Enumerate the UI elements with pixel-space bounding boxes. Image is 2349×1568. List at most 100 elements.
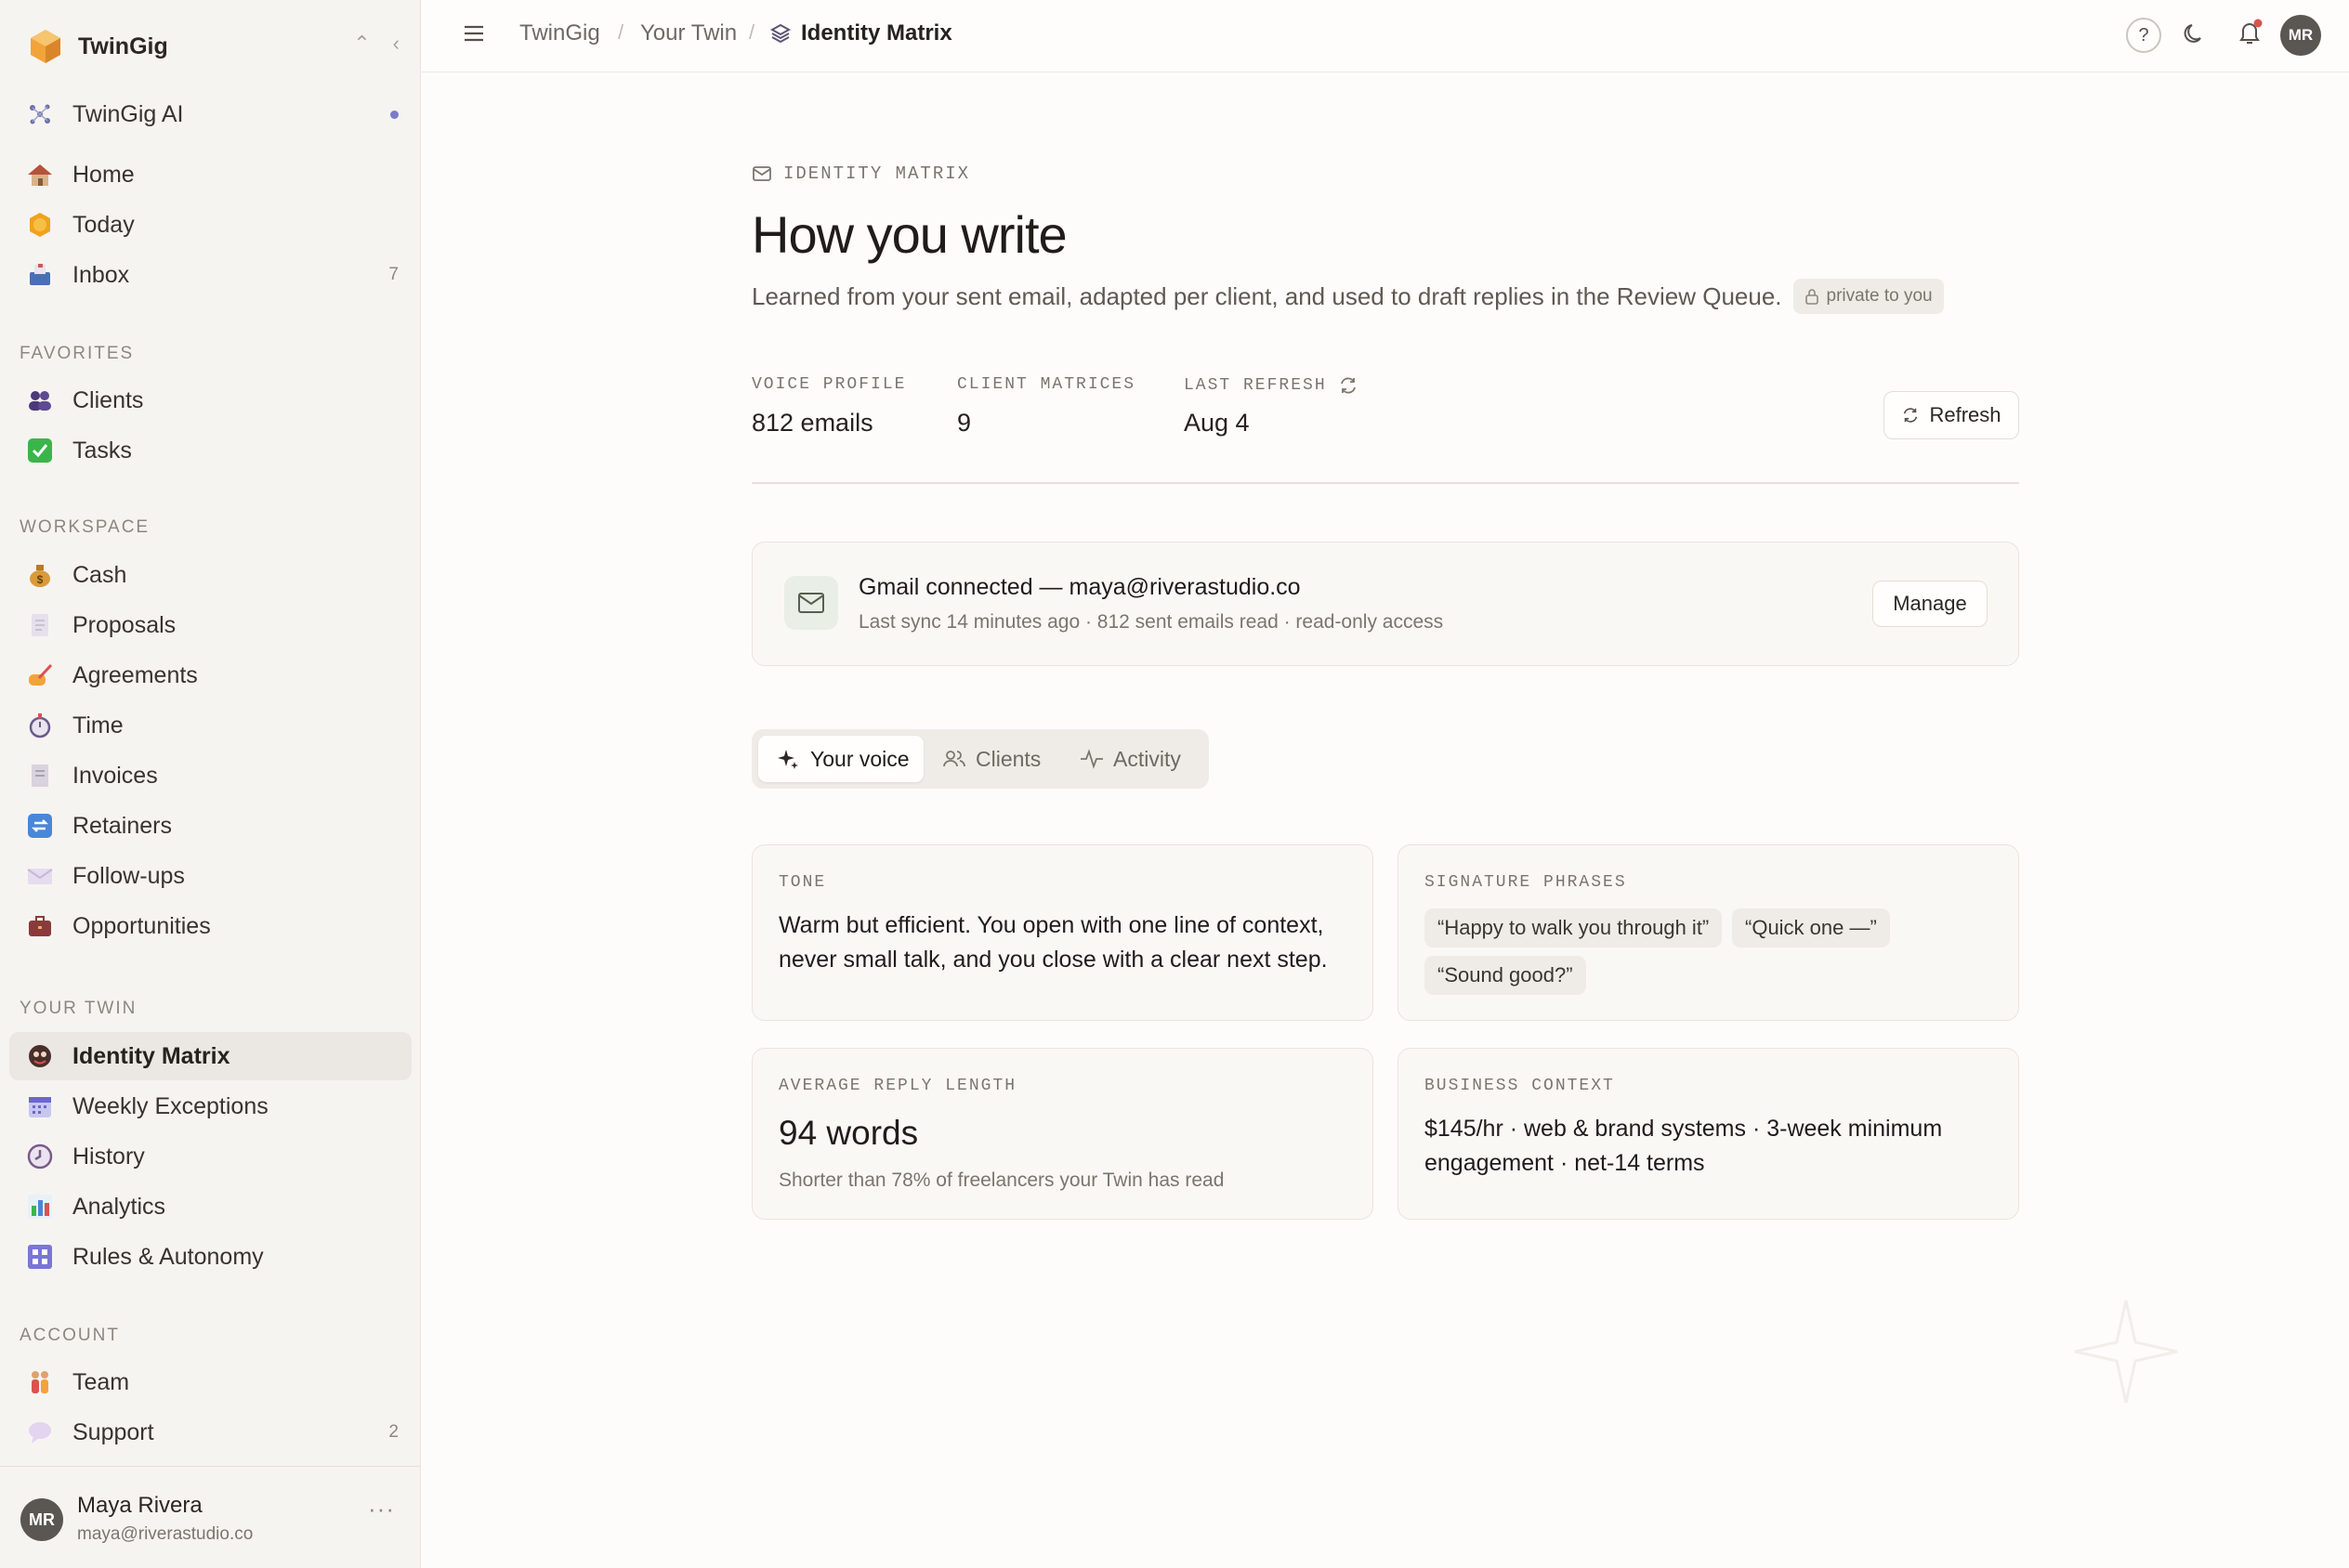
user-footer[interactable]: MR Maya Rivera maya@riverastudio.co ··· bbox=[0, 1466, 420, 1568]
cube-logo-icon bbox=[31, 30, 60, 63]
inbox-count: 7 bbox=[388, 265, 399, 284]
money-bag-icon: $ bbox=[26, 561, 54, 589]
sidebar-item-label: Today bbox=[72, 211, 135, 238]
calendar-icon bbox=[26, 1092, 54, 1120]
notifications-bell-icon[interactable] bbox=[2236, 19, 2264, 51]
sidebar-item-label: Team bbox=[72, 1368, 130, 1395]
business-context-card: BUSINESS CONTEXT $145/hr · web & brand s… bbox=[1398, 1048, 2019, 1220]
user-email: maya@riverastudio.co bbox=[77, 1524, 254, 1544]
phrase-chip: “Happy to walk you through it” bbox=[1424, 908, 1723, 947]
brand[interactable]: TwinGig ⌃ ‹ bbox=[28, 26, 400, 67]
breadcrumb-twingig[interactable]: TwinGig bbox=[519, 20, 600, 46]
svg-text:$: $ bbox=[37, 573, 44, 586]
section-workspace: WORKSPACE bbox=[20, 517, 151, 537]
receipt-icon bbox=[26, 762, 54, 790]
gmail-connection-card: Gmail connected — maya@riverastudio.co L… bbox=[752, 542, 2019, 666]
house-icon bbox=[26, 161, 54, 189]
sidebar-item-retainers[interactable]: Retainers bbox=[9, 804, 412, 848]
tab-activity[interactable]: Activity bbox=[1080, 736, 1181, 782]
people-pair-icon bbox=[26, 1368, 54, 1396]
reply-length-note: Shorter than 78% of freelancers your Twi… bbox=[779, 1169, 1225, 1191]
support-count: 2 bbox=[388, 1422, 399, 1442]
sidebar-item-label: Analytics bbox=[72, 1193, 166, 1220]
breadcrumb-separator: / bbox=[618, 20, 624, 44]
mail-icon bbox=[753, 166, 771, 181]
sidebar-item-tasks[interactable]: Tasks bbox=[9, 428, 412, 473]
sidebar-item-identity-matrix[interactable]: Identity Matrix bbox=[9, 1032, 412, 1080]
reply-length-value: 94 words bbox=[779, 1114, 919, 1152]
manage-button[interactable]: Manage bbox=[1872, 581, 1988, 627]
sidebar-item-twingig-ai[interactable]: TwinGig AI bbox=[9, 93, 412, 136]
sidebar-item-label: History bbox=[72, 1143, 145, 1169]
avatar: MR bbox=[20, 1498, 63, 1541]
sidebar-item-follow-ups[interactable]: Follow-ups bbox=[9, 854, 412, 898]
sidebar-item-team[interactable]: Team bbox=[9, 1360, 412, 1405]
collapse-sidebar-icon[interactable]: ‹ bbox=[393, 32, 400, 56]
dark-mode-moon-icon[interactable] bbox=[2182, 20, 2208, 51]
stat-value: Aug 4 bbox=[1184, 409, 1250, 437]
speech-bubble-icon bbox=[26, 1418, 54, 1446]
user-name: Maya Rivera bbox=[77, 1493, 203, 1518]
breadcrumb-identity-matrix: Identity Matrix bbox=[801, 20, 952, 46]
sidebar-item-today[interactable]: Today bbox=[9, 203, 412, 247]
refresh-button[interactable]: Refresh bbox=[1883, 391, 2019, 439]
sidebar-item-label: Rules & Autonomy bbox=[72, 1243, 264, 1270]
sidebar-item-analytics[interactable]: Analytics bbox=[9, 1184, 412, 1229]
activity-icon bbox=[1081, 749, 1103, 769]
sidebar-item-label: Opportunities bbox=[72, 912, 211, 939]
stat-label: CLIENT MATRICES bbox=[957, 375, 1136, 394]
more-icon[interactable]: ··· bbox=[368, 1495, 395, 1523]
sidebar-item-cash[interactable]: $ Cash bbox=[9, 553, 412, 597]
topbar-avatar[interactable]: MR bbox=[2280, 15, 2321, 56]
bar-chart-icon bbox=[26, 1193, 54, 1221]
tab-bar: Your voice Clients Activity bbox=[752, 729, 1209, 789]
sync-icon[interactable] bbox=[1338, 375, 1358, 396]
breadcrumb-separator: / bbox=[749, 20, 755, 44]
sidebar-item-proposals[interactable]: Proposals bbox=[9, 603, 412, 647]
stat-label: VOICE PROFILE bbox=[752, 375, 907, 394]
sun-icon bbox=[26, 211, 54, 239]
sidebar-item-support[interactable]: Support 2 bbox=[9, 1410, 412, 1455]
tab-label: Clients bbox=[976, 746, 1042, 771]
sidebar-item-time[interactable]: Time bbox=[9, 703, 412, 748]
menu-icon[interactable] bbox=[463, 22, 485, 49]
section-account: ACCOUNT bbox=[20, 1326, 120, 1345]
sidebar-item-history[interactable]: History bbox=[9, 1134, 412, 1179]
grid-icon bbox=[26, 1243, 54, 1271]
signature-phrases-card: SIGNATURE PHRASES “Happy to walk you thr… bbox=[1398, 844, 2019, 1021]
envelope-icon bbox=[26, 862, 54, 890]
switch-workspace-icon[interactable]: ⌃ bbox=[353, 32, 370, 56]
clock-icon bbox=[26, 1143, 54, 1170]
sidebar-item-agreements[interactable]: Agreements bbox=[9, 653, 412, 698]
section-your-twin: YOUR TWIN bbox=[20, 999, 138, 1018]
decorative-sparkle-icon bbox=[2074, 1300, 2178, 1404]
tone-text: Warm but efficient. You open with one li… bbox=[779, 912, 1328, 973]
gmail-icon-tile bbox=[784, 576, 838, 630]
sidebar-item-home[interactable]: Home bbox=[9, 152, 412, 197]
sidebar-item-label: Cash bbox=[72, 561, 127, 588]
sidebar-item-weekly-exceptions[interactable]: Weekly Exceptions bbox=[9, 1084, 412, 1129]
writing-hand-icon bbox=[26, 661, 54, 689]
sidebar-item-inbox[interactable]: Inbox 7 bbox=[9, 253, 412, 297]
tab-your-voice[interactable]: Your voice bbox=[758, 736, 924, 782]
sidebar-item-label: Agreements bbox=[72, 661, 198, 688]
tab-clients[interactable]: Clients bbox=[942, 736, 1041, 782]
sidebar-item-opportunities[interactable]: Opportunities bbox=[9, 904, 412, 948]
inbox-tray-icon bbox=[26, 261, 54, 289]
sidebar-item-rules-autonomy[interactable]: Rules & Autonomy bbox=[9, 1235, 412, 1279]
stat-value: 812 emails bbox=[752, 409, 873, 437]
repeat-icon bbox=[26, 812, 54, 840]
sidebar-item-label: Support bbox=[72, 1418, 154, 1445]
connection-subtitle: Last sync 14 minutes ago · 812 sent emai… bbox=[859, 611, 1444, 633]
briefcase-icon bbox=[26, 912, 54, 940]
phrase-chip: “Quick one —” bbox=[1732, 908, 1890, 947]
help-icon[interactable]: ? bbox=[2126, 18, 2161, 53]
sidebar-item-invoices[interactable]: Invoices bbox=[9, 753, 412, 798]
stat-last-refresh: LAST REFRESH Aug 4 bbox=[1184, 375, 1358, 438]
breadcrumb-your-twin[interactable]: Your Twin bbox=[640, 20, 737, 46]
ai-nodes-icon bbox=[26, 100, 54, 128]
sidebar-item-label: Inbox bbox=[72, 261, 130, 288]
document-icon bbox=[26, 611, 54, 639]
sidebar-item-clients[interactable]: Clients bbox=[9, 378, 412, 423]
stat-label: LAST REFRESH bbox=[1184, 376, 1327, 395]
